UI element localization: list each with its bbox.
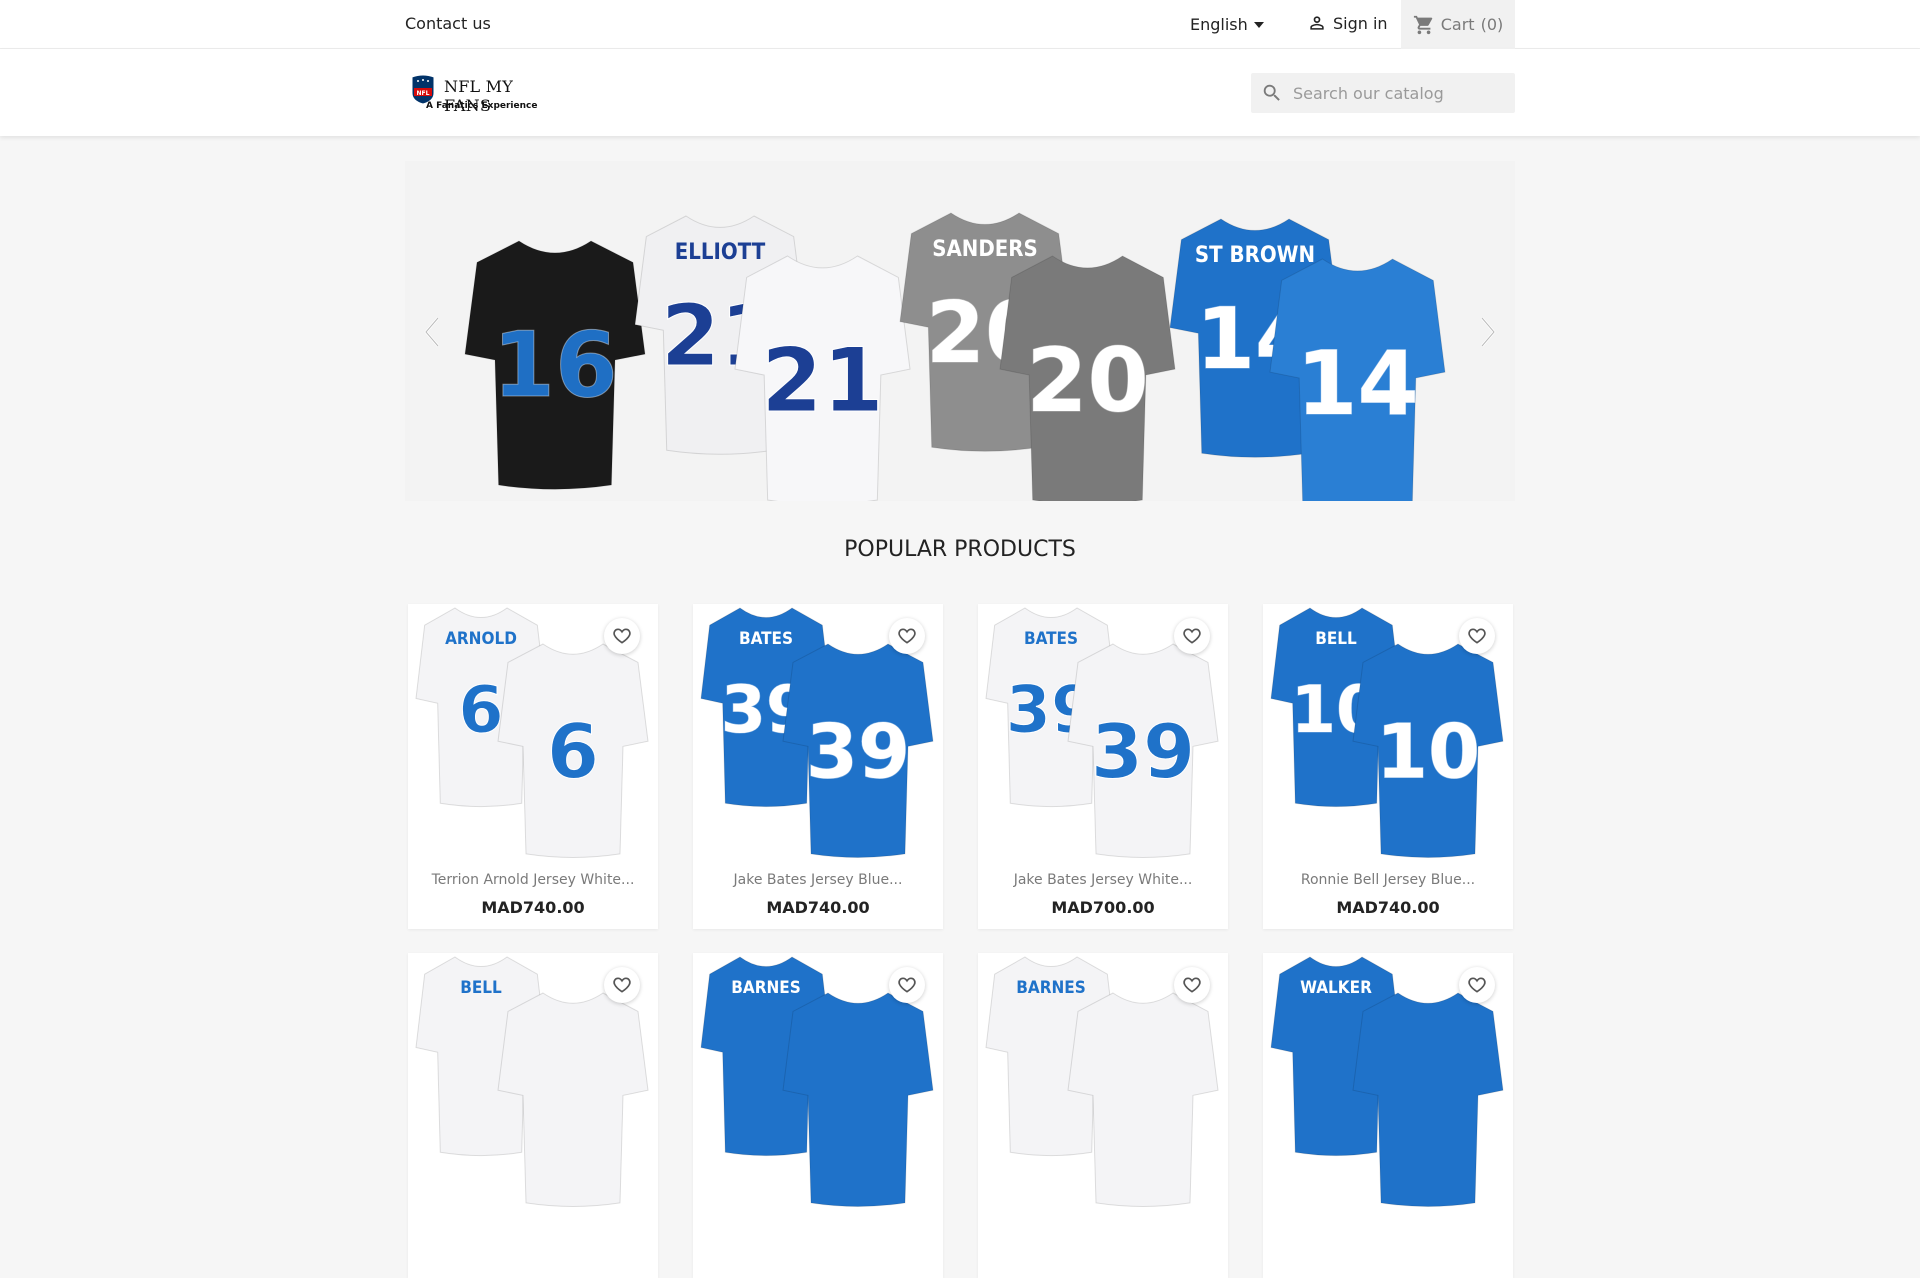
product-price: MAD740.00 bbox=[481, 898, 585, 917]
heart-icon bbox=[1183, 628, 1201, 644]
svg-text:6: 6 bbox=[458, 673, 503, 748]
product-card[interactable]: BATES 39 39 Jake Bates Jersey White... MAD70… bbox=[978, 604, 1228, 929]
hero-slide-image: 16ELLIOTT2121SANDERS2020ST BROWN1414 bbox=[464, 212, 1446, 501]
hero-jersey-1: 16 bbox=[464, 240, 646, 490]
heart-icon bbox=[1468, 977, 1486, 993]
svg-text:14: 14 bbox=[1296, 332, 1418, 435]
jersey-front: 39 bbox=[782, 643, 934, 858]
heart-icon bbox=[1468, 628, 1486, 644]
product-name[interactable]: Jake Bates Jersey White... bbox=[978, 872, 1228, 888]
sign-in-button[interactable]: Sign in bbox=[1307, 13, 1388, 33]
product-card[interactable]: BATES 39 39 Jake Bates Jersey Blue... MAD740… bbox=[693, 604, 943, 929]
product-card[interactable]: BARNES bbox=[693, 953, 943, 1278]
svg-text:ARNOLD: ARNOLD bbox=[445, 629, 517, 649]
site-header bbox=[0, 49, 1920, 136]
cart-label: Cart bbox=[1440, 15, 1475, 34]
popular-products-title: POPULAR PRODUCTS bbox=[844, 537, 1076, 562]
product-price: MAD740.00 bbox=[1336, 898, 1440, 917]
language-label: English bbox=[1190, 15, 1248, 34]
top-bar: Contact us English Sign in Cart (0) bbox=[0, 0, 1920, 49]
svg-text:BELL: BELL bbox=[1315, 629, 1357, 649]
jersey-front: 10 bbox=[1352, 643, 1504, 858]
svg-text:20: 20 bbox=[1026, 329, 1148, 432]
svg-text:SANDERS: SANDERS bbox=[932, 237, 1038, 262]
wishlist-button[interactable] bbox=[1459, 967, 1495, 1003]
logo-subtitle: A Fanatics Experience bbox=[426, 101, 538, 111]
svg-text:39: 39 bbox=[806, 707, 910, 795]
product-name[interactable]: Terrion Arnold Jersey White... bbox=[408, 872, 658, 888]
caret-down-icon bbox=[1253, 22, 1264, 28]
product-price: MAD700.00 bbox=[1051, 898, 1155, 917]
svg-text:NFL: NFL bbox=[417, 90, 430, 97]
product-name[interactable]: Ronnie Bell Jersey Blue... bbox=[1263, 872, 1513, 888]
wishlist-button[interactable] bbox=[1174, 967, 1210, 1003]
heart-icon bbox=[613, 628, 631, 644]
wishlist-button[interactable] bbox=[889, 967, 925, 1003]
cart-button[interactable]: Cart (0) bbox=[1401, 0, 1515, 49]
svg-text:BATES: BATES bbox=[1024, 629, 1078, 649]
search-box[interactable] bbox=[1251, 73, 1515, 113]
svg-text:BATES: BATES bbox=[739, 629, 793, 649]
hero-jersey-3: 21 bbox=[734, 255, 911, 501]
svg-text:BARNES: BARNES bbox=[1016, 978, 1086, 998]
heart-icon bbox=[898, 977, 916, 993]
hero-slider[interactable]: 16 ELLIOTT 21 21 SANDERS 20 20 ST BROWN 14 14 bbox=[405, 161, 1515, 501]
language-selector[interactable]: English bbox=[1190, 15, 1264, 34]
product-price: MAD740.00 bbox=[766, 898, 870, 917]
wishlist-button[interactable] bbox=[1459, 618, 1495, 654]
svg-text:10: 10 bbox=[1376, 707, 1480, 795]
search-icon bbox=[1263, 84, 1280, 101]
user-icon bbox=[1310, 16, 1324, 30]
sign-in-label: Sign in bbox=[1333, 13, 1388, 33]
product-card[interactable]: WALKER bbox=[1263, 953, 1513, 1278]
jersey-front: 39 bbox=[1067, 643, 1219, 858]
svg-text:WALKER: WALKER bbox=[1300, 978, 1372, 998]
chevron-left-icon[interactable] bbox=[422, 316, 442, 348]
svg-text:39: 39 bbox=[1091, 707, 1195, 795]
search-input[interactable] bbox=[1293, 83, 1503, 103]
wishlist-button[interactable] bbox=[604, 967, 640, 1003]
chevron-right-icon[interactable] bbox=[1478, 316, 1498, 348]
hero-jersey-7: 14 bbox=[1269, 258, 1446, 501]
cart-count: (0) bbox=[1480, 15, 1504, 34]
svg-text:ST BROWN: ST BROWN bbox=[1195, 243, 1315, 268]
wishlist-button[interactable] bbox=[889, 618, 925, 654]
contact-us-link[interactable]: Contact us bbox=[405, 14, 491, 33]
product-card[interactable]: BELL bbox=[408, 953, 658, 1278]
site-logo[interactable]: NFL NFL MY FANS A Fanatics Experience bbox=[410, 73, 560, 117]
product-card[interactable]: BELL 10 10 Ronnie Bell Jersey Blue... MAD740… bbox=[1263, 604, 1513, 929]
heart-icon bbox=[613, 977, 631, 993]
top-bar-inner: Contact us English Sign in Cart (0) bbox=[405, 0, 1515, 49]
product-card[interactable]: BARNES bbox=[978, 953, 1228, 1278]
heart-icon bbox=[898, 628, 916, 644]
svg-text:BELL: BELL bbox=[460, 978, 502, 998]
hero-jersey-5: 20 bbox=[999, 255, 1176, 501]
svg-text:ELLIOTT: ELLIOTT bbox=[675, 240, 766, 265]
svg-text:16: 16 bbox=[492, 313, 617, 418]
svg-text:6: 6 bbox=[547, 707, 599, 795]
wishlist-button[interactable] bbox=[1174, 618, 1210, 654]
product-name[interactable]: Jake Bates Jersey Blue... bbox=[693, 872, 943, 888]
svg-text:21: 21 bbox=[761, 329, 883, 432]
shopping-cart-icon bbox=[1413, 15, 1432, 34]
product-card[interactable]: ARNOLD 6 6 Terrion Arnold Jersey White... MA… bbox=[408, 604, 658, 929]
svg-text:BARNES: BARNES bbox=[731, 978, 801, 998]
wishlist-button[interactable] bbox=[604, 618, 640, 654]
heart-icon bbox=[1183, 977, 1201, 993]
